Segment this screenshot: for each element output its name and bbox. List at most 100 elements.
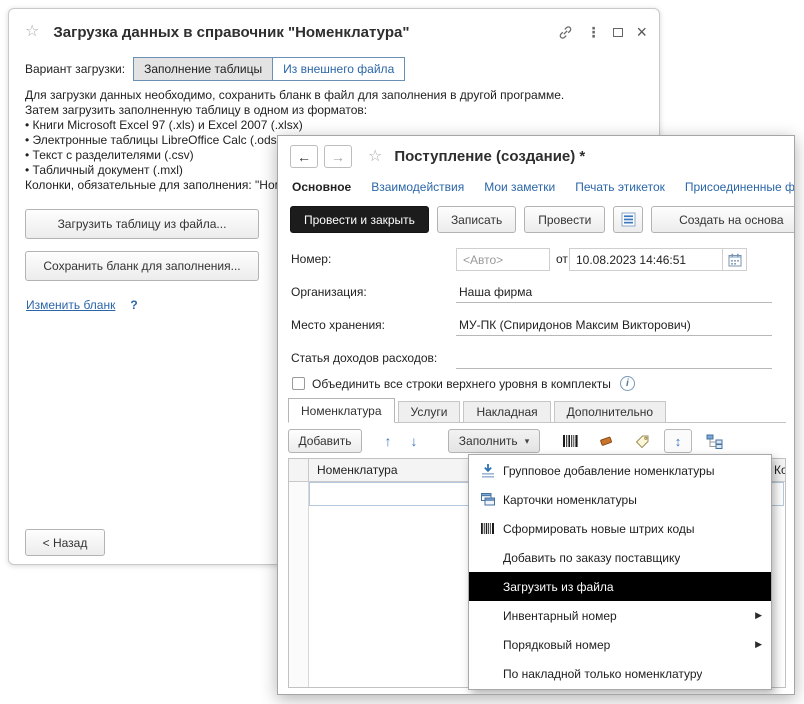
- document-journal-button[interactable]: [613, 206, 643, 233]
- more-menu-icon[interactable]: ⋮: [586, 24, 600, 41]
- window-controls: ⋮ ×: [558, 23, 647, 41]
- instruction-line: Затем загрузить заполненную таблицу в од…: [25, 103, 655, 118]
- tab-nomenclature[interactable]: Номенклатура: [288, 398, 395, 423]
- price-tag-button[interactable]: [628, 429, 656, 453]
- variant-fill-table-button[interactable]: Заполнение таблицы: [134, 58, 273, 80]
- table-tabs: Номенклатура Услуги Накладная Дополнител…: [288, 398, 786, 423]
- hierarchy-view-button[interactable]: [700, 429, 728, 453]
- favorite-star-icon[interactable]: ☆: [25, 24, 39, 40]
- fill-dropdown-button[interactable]: Заполнить ▾: [448, 429, 540, 453]
- tab-interactions[interactable]: Взаимодействия: [371, 180, 464, 198]
- number-row: Номер: <Авто> от: 10.08.2023 14:46:51: [291, 248, 784, 272]
- load-table-from-file-button[interactable]: Загрузить таблицу из файла...: [25, 209, 259, 239]
- history-back-button[interactable]: ←: [290, 145, 318, 168]
- favorite-star-icon[interactable]: ☆: [368, 149, 382, 165]
- tab-additional[interactable]: Дополнительно: [554, 401, 666, 423]
- write-button[interactable]: Записать: [437, 206, 516, 233]
- organization-input[interactable]: Наша фирма: [456, 281, 772, 303]
- post-and-close-button[interactable]: Провести и закрыть: [290, 206, 429, 233]
- number-input[interactable]: <Авто>: [456, 248, 550, 271]
- menu-item-group-add[interactable]: Групповое добавление номенклатуры: [469, 456, 771, 485]
- storage-label: Место хранения:: [291, 318, 385, 332]
- copy-link-icon[interactable]: [558, 25, 573, 40]
- menu-item-add-by-supplier-order[interactable]: Добавить по заказу поставщику: [469, 543, 771, 572]
- instruction-line: Для загрузки данных необходимо, сохранит…: [25, 88, 655, 103]
- arrow-up-icon: ↑: [385, 433, 392, 449]
- post-button[interactable]: Провести: [524, 206, 605, 233]
- add-row-button[interactable]: Добавить: [288, 429, 362, 453]
- tab-attached-files[interactable]: Присоединенные фа: [685, 180, 794, 198]
- tab-my-notes[interactable]: Мои заметки: [484, 180, 555, 198]
- storage-row: Место хранения: МУ-ПК (Спиридонов Максим…: [291, 314, 784, 338]
- combine-row: Объединить все строки верхнего уровня в …: [292, 376, 635, 391]
- save-blank-button[interactable]: Сохранить бланк для заполнения...: [25, 251, 259, 281]
- group-add-icon: [475, 463, 501, 478]
- storage-input[interactable]: МУ-ПК (Спиридонов Максим Викторович): [456, 314, 772, 336]
- fill-dropdown-menu: Групповое добавление номенклатуры Карточ…: [468, 454, 772, 690]
- maximize-icon[interactable]: [613, 28, 623, 37]
- menu-item-cards[interactable]: Карточки номенклатуры: [469, 485, 771, 514]
- barcode-scan-icon: [562, 434, 579, 448]
- date-input[interactable]: 10.08.2023 14:46:51: [569, 248, 723, 271]
- window-receipt-document: ← → ☆ Поступление (создание) * Основное …: [277, 135, 795, 695]
- section-nav: Основное Взаимодействия Мои заметки Печа…: [292, 180, 794, 198]
- help-link[interactable]: ?: [130, 298, 137, 312]
- variant-segmented-control: Заполнение таблицы Из внешнего файла: [133, 57, 405, 81]
- organization-row: Организация: Наша фирма: [291, 281, 784, 305]
- calendar-button[interactable]: [723, 248, 747, 271]
- close-icon[interactable]: ×: [636, 23, 647, 41]
- organization-label: Организация:: [291, 285, 367, 299]
- barcode-scanner-button[interactable]: [556, 429, 584, 453]
- expand-rows-button[interactable]: ↕: [664, 429, 692, 453]
- blank-links-row: Изменить бланк ?: [26, 298, 138, 312]
- dropdown-caret-icon: ▾: [525, 436, 530, 447]
- tab-main[interactable]: Основное: [292, 180, 351, 198]
- fill-button-label: Заполнить: [459, 434, 518, 448]
- load-variant-switch: Вариант загрузки: Заполнение таблицы Из …: [25, 57, 405, 81]
- expense-item-label: Статья доходов расходов:: [291, 351, 437, 365]
- expense-item-row: Статья доходов расходов:: [291, 347, 784, 371]
- number-label: Номер:: [291, 252, 331, 266]
- window-title: Загрузка данных в справочник "Номенклату…: [53, 24, 409, 41]
- info-icon[interactable]: i: [620, 376, 635, 391]
- menu-item-only-nomenclature-by-invoice[interactable]: По накладной только номенклатуру: [469, 659, 771, 688]
- eraser-icon: [598, 434, 614, 448]
- command-bar: Провести и закрыть Записать Провести Соз…: [290, 206, 795, 233]
- hierarchy-icon: [706, 434, 723, 449]
- history-forward-button[interactable]: →: [324, 145, 352, 168]
- expense-item-input[interactable]: [456, 347, 772, 369]
- tab-print-labels[interactable]: Печать этикеток: [575, 180, 665, 198]
- grid-toolbar: Добавить ↑ ↓ Заполнить ▾ ↕: [288, 428, 786, 454]
- move-down-button[interactable]: ↓: [402, 429, 426, 453]
- tab-invoice[interactable]: Накладная: [463, 401, 550, 423]
- menu-item-generate-barcodes[interactable]: Сформировать новые штрих коды: [469, 514, 771, 543]
- row-number-column-header: [289, 459, 309, 481]
- change-blank-link[interactable]: Изменить бланк: [26, 298, 115, 312]
- window-title: Поступление (создание) *: [394, 148, 585, 165]
- combine-checkbox[interactable]: [292, 377, 305, 390]
- calendar-icon: [728, 253, 742, 267]
- create-based-on-button[interactable]: Создать на основа: [651, 206, 795, 233]
- submenu-arrow-icon: ▶: [755, 639, 762, 650]
- titlebar: ☆ Загрузка данных в справочник "Номенкла…: [25, 20, 647, 44]
- titlebar: ← → ☆ Поступление (создание) *: [290, 144, 786, 169]
- combine-checkbox-label[interactable]: Объединить все строки верхнего уровня в …: [312, 377, 611, 391]
- menu-item-load-from-file[interactable]: Загрузить из файла: [469, 572, 771, 601]
- price-tag-icon: [635, 434, 650, 448]
- back-arrow-icon: ←: [297, 149, 311, 165]
- menu-item-sequence-number[interactable]: Порядковый номер ▶: [469, 630, 771, 659]
- back-button[interactable]: < Назад: [25, 529, 105, 556]
- menu-item-inventory-number[interactable]: Инвентарный номер ▶: [469, 601, 771, 630]
- submenu-arrow-icon: ▶: [755, 610, 762, 621]
- variant-label: Вариант загрузки:: [25, 62, 125, 76]
- arrow-down-icon: ↓: [411, 433, 418, 449]
- forward-arrow-icon: →: [331, 149, 345, 165]
- report-icon: [621, 212, 636, 227]
- variant-external-file-button[interactable]: Из внешнего файла: [273, 58, 404, 80]
- barcode-icon: [475, 522, 501, 535]
- tab-services[interactable]: Услуги: [398, 401, 461, 423]
- eraser-button[interactable]: [592, 429, 620, 453]
- expand-vertical-icon: ↕: [675, 434, 682, 449]
- row-number-column: [289, 482, 309, 687]
- move-up-button[interactable]: ↑: [376, 429, 400, 453]
